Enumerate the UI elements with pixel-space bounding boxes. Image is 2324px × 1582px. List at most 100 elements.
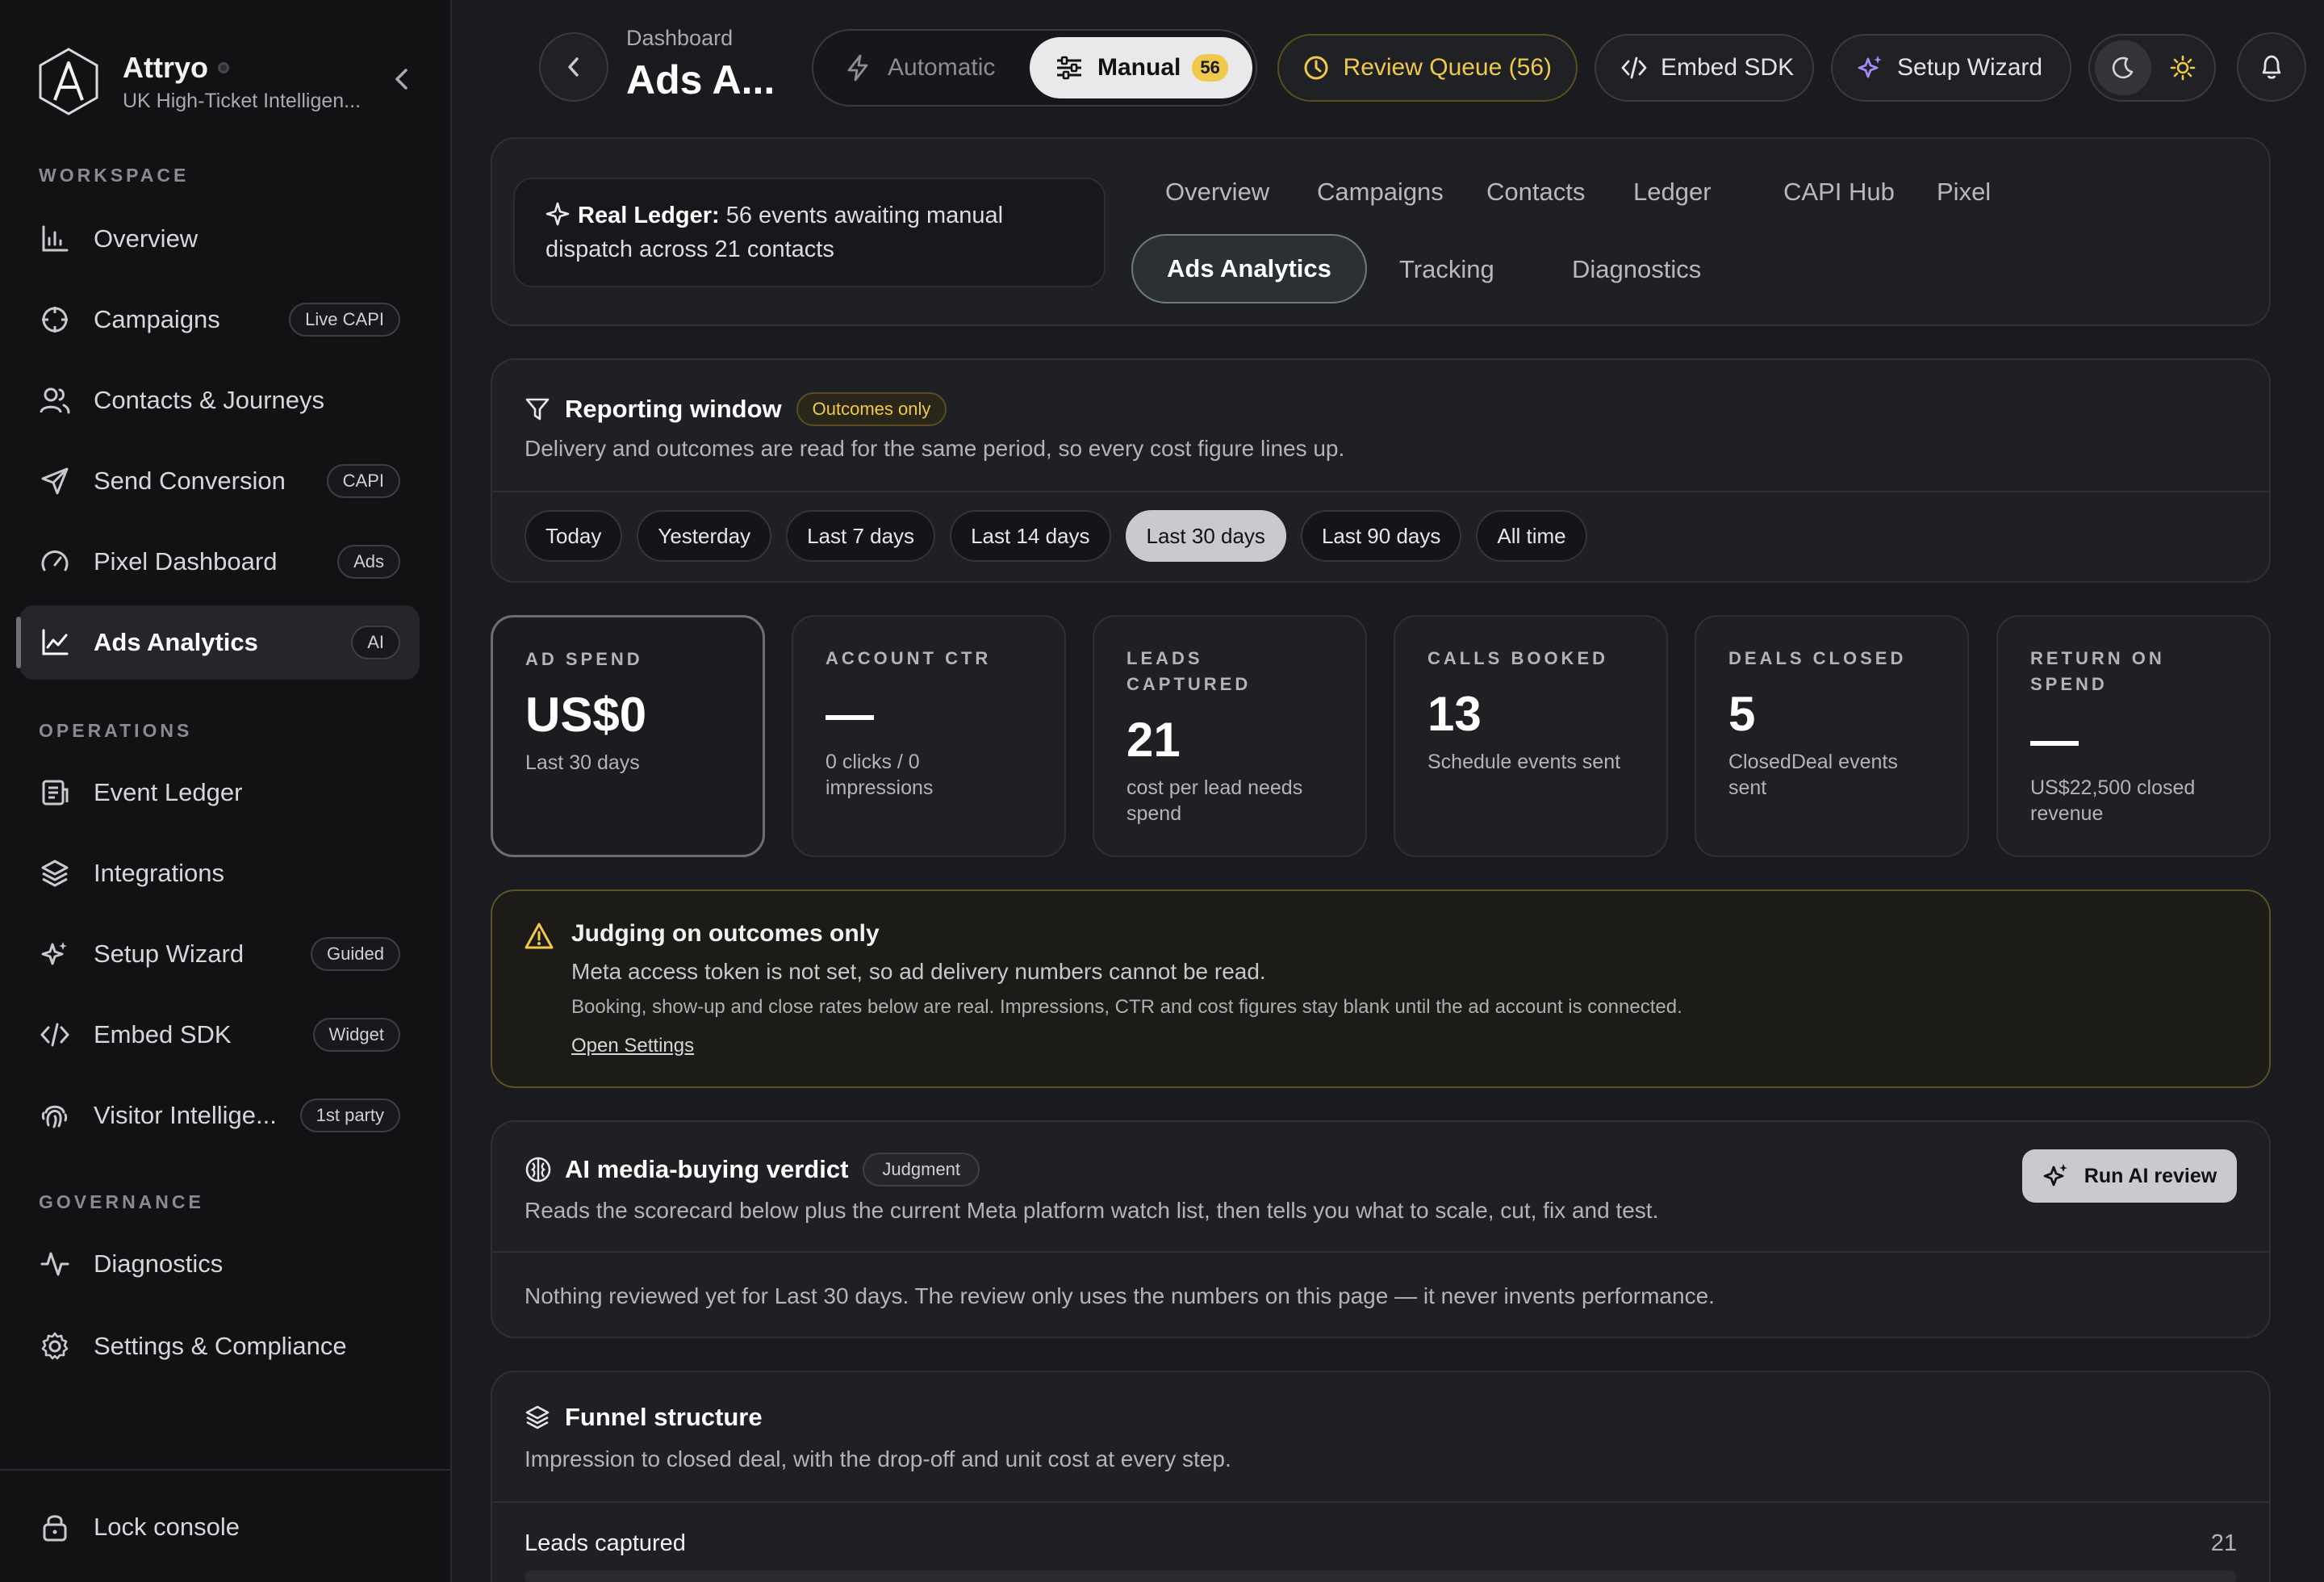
range-30-days-button[interactable]: Last 30 days bbox=[1125, 510, 1286, 562]
sidebar-item-setup-wizard[interactable]: Setup Wizard Guided bbox=[19, 917, 420, 991]
range-today-button[interactable]: Today bbox=[525, 510, 623, 562]
funnel-row-label: Leads captured bbox=[525, 1530, 686, 1556]
kpi-ad-spend[interactable]: AD SPEND US$0 Last 30 days bbox=[491, 615, 765, 857]
sidebar-item-diagnostics[interactable]: Diagnostics bbox=[19, 1227, 420, 1301]
kpi-label: RETURN ON SPEND bbox=[2030, 648, 2165, 694]
range-yesterday-button[interactable]: Yesterday bbox=[637, 510, 772, 562]
review-queue-button[interactable]: Review Queue (56) bbox=[1277, 34, 1578, 102]
ai-verdict-card: AI media-buying verdict Judgment Reads t… bbox=[491, 1120, 2271, 1338]
lock-console-label: Lock console bbox=[94, 1513, 240, 1541]
chevron-left-icon bbox=[568, 57, 579, 77]
tab-overview[interactable]: Overview bbox=[1165, 178, 1269, 207]
brand[interactable]: Attryo UK High-Ticket Intelligen... bbox=[37, 45, 424, 118]
sidebar-item-overview[interactable]: Overview bbox=[19, 202, 420, 276]
sidebar-item-settings[interactable]: Settings & Compliance bbox=[19, 1309, 420, 1383]
sparkle-icon bbox=[545, 202, 570, 226]
kpi-sub: cost per lead needs spend bbox=[1126, 776, 1303, 825]
run-ai-review-button[interactable]: Run AI review bbox=[2022, 1149, 2237, 1203]
section-label-workspace: WORKSPACE bbox=[39, 165, 190, 186]
sidebar-item-embed-sdk[interactable]: Embed SDK Widget bbox=[19, 998, 420, 1072]
kpi-return-on-spend[interactable]: RETURN ON SPEND — US$22,500 closed reven… bbox=[1996, 615, 2271, 857]
tab-contacts[interactable]: Contacts bbox=[1486, 178, 1585, 207]
tab-pixel[interactable]: Pixel bbox=[1937, 178, 1991, 207]
chevron-left-icon bbox=[395, 69, 408, 90]
manual-count-badge: 56 bbox=[1192, 54, 1228, 82]
reporting-window-subtitle: Delivery and outcomes are read for the s… bbox=[525, 436, 1345, 461]
fingerprint-icon bbox=[39, 1099, 71, 1132]
divider bbox=[492, 491, 2269, 492]
range-7-days-button[interactable]: Last 7 days bbox=[786, 510, 936, 562]
kpi-sub: 0 clicks / 0 impressions bbox=[826, 751, 934, 799]
kpi-deals-closed[interactable]: DEALS CLOSED 5 ClosedDeal events sent bbox=[1695, 615, 1969, 857]
reporting-window-card: Reporting window Outcomes only Delivery … bbox=[491, 358, 2271, 583]
theme-light-option[interactable] bbox=[2155, 40, 2211, 95]
bell-icon bbox=[2262, 55, 2281, 79]
outcomes-only-warning: Judging on outcomes only Meta access tok… bbox=[491, 889, 2271, 1088]
kpi-sub: ClosedDeal events sent bbox=[1728, 751, 1898, 799]
tab-tracking[interactable]: Tracking bbox=[1399, 255, 1494, 284]
funnel-row-bar bbox=[525, 1571, 2237, 1582]
sidebar-item-label: Contacts & Journeys bbox=[94, 386, 325, 414]
kpi-account-ctr[interactable]: ACCOUNT CTR — 0 clicks / 0 impressions bbox=[792, 615, 1066, 857]
section-label-governance: GOVERNANCE bbox=[39, 1191, 204, 1212]
divider bbox=[492, 1501, 2269, 1503]
sidebar-item-contacts[interactable]: Contacts & Journeys bbox=[19, 363, 420, 437]
attryo-logo-icon bbox=[39, 48, 98, 115]
sidebar: Attryo UK High-Ticket Intelligen... WORK… bbox=[0, 0, 452, 1582]
back-button[interactable] bbox=[539, 32, 608, 102]
ai-verdict-header: AI media-buying verdict Judgment bbox=[525, 1153, 980, 1186]
setup-wizard-label: Setup Wizard bbox=[1897, 54, 2043, 81]
mode-manual-label: Manual bbox=[1097, 54, 1181, 81]
kpi-leads-captured[interactable]: LEADS CAPTURED 21 cost per lead needs sp… bbox=[1093, 615, 1367, 857]
lock-icon bbox=[39, 1511, 71, 1543]
embed-sdk-button[interactable]: Embed SDK bbox=[1595, 34, 1814, 102]
sidebar-item-ads-analytics[interactable]: Ads Analytics AI bbox=[16, 605, 420, 680]
collapse-sidebar-button[interactable] bbox=[386, 63, 418, 95]
sidebar-item-visitor-intelligence[interactable]: Visitor Intellige... 1st party bbox=[19, 1078, 420, 1153]
lock-console-button[interactable]: Lock console bbox=[19, 1490, 420, 1564]
sidebar-item-campaigns[interactable]: Campaigns Live CAPI bbox=[19, 282, 420, 357]
outcomes-only-tag: Outcomes only bbox=[796, 392, 947, 426]
sidebar-item-label: Diagnostics bbox=[94, 1249, 224, 1278]
sidebar-item-send-conversion[interactable]: Send Conversion CAPI bbox=[19, 444, 420, 518]
kpi-sub: US$22,500 closed revenue bbox=[2030, 776, 2196, 825]
sidebar-badge: Ads bbox=[337, 545, 400, 579]
open-settings-link[interactable]: Open Settings bbox=[571, 1035, 694, 1057]
lightning-icon bbox=[846, 54, 873, 82]
sidebar-item-pixel-dashboard[interactable]: Pixel Dashboard Ads bbox=[19, 525, 420, 599]
ledger-tabs-card: Real Ledger: 56 events awaiting manual d… bbox=[491, 137, 2271, 326]
kpi-label: ACCOUNT CTR bbox=[826, 648, 992, 668]
ai-verdict-title: AI media-buying verdict bbox=[565, 1155, 849, 1183]
kpi-value: — bbox=[826, 687, 874, 741]
kpi-value: 13 bbox=[1427, 687, 1482, 741]
mode-automatic-option[interactable]: Automatic bbox=[820, 37, 1030, 98]
sparkles-icon bbox=[1857, 54, 1884, 82]
sidebar-item-integrations[interactable]: Integrations bbox=[19, 836, 420, 910]
topbar: Dashboard Ads A... Automatic Manual 56 R… bbox=[491, 0, 2306, 137]
tab-capi-hub[interactable]: CAPI Hub bbox=[1783, 178, 1895, 207]
range-90-days-button[interactable]: Last 90 days bbox=[1300, 510, 1462, 562]
moon-icon bbox=[2112, 56, 2134, 79]
crosshair-icon bbox=[39, 303, 71, 336]
kpi-calls-booked[interactable]: CALLS BOOKED 13 Schedule events sent bbox=[1394, 615, 1668, 857]
breadcrumb[interactable]: Dashboard bbox=[626, 26, 733, 51]
receipt-icon bbox=[39, 776, 71, 809]
kpi-sub: Last 30 days bbox=[525, 751, 640, 774]
kpi-value: — bbox=[2030, 713, 2079, 767]
sidebar-badge: Live CAPI bbox=[289, 303, 400, 337]
tab-campaigns[interactable]: Campaigns bbox=[1317, 178, 1444, 207]
main-content: Dashboard Ads A... Automatic Manual 56 R… bbox=[452, 0, 2324, 1582]
warning-title: Judging on outcomes only bbox=[571, 920, 880, 947]
range-14-days-button[interactable]: Last 14 days bbox=[950, 510, 1111, 562]
range-all-time-button[interactable]: All time bbox=[1476, 510, 1587, 562]
mode-automatic-label: Automatic bbox=[888, 54, 996, 81]
theme-dark-option[interactable] bbox=[2095, 40, 2151, 95]
tab-ledger[interactable]: Ledger bbox=[1633, 178, 1712, 207]
mode-manual-option[interactable]: Manual 56 bbox=[1030, 37, 1252, 98]
setup-wizard-button[interactable]: Setup Wizard bbox=[1831, 34, 2071, 102]
tab-ads-analytics[interactable]: Ads Analytics bbox=[1131, 234, 1367, 303]
notifications-button[interactable] bbox=[2237, 32, 2306, 102]
kpi-value: 5 bbox=[1728, 687, 1756, 741]
sidebar-item-event-ledger[interactable]: Event Ledger bbox=[19, 755, 420, 830]
tab-diagnostics[interactable]: Diagnostics bbox=[1572, 255, 1701, 284]
